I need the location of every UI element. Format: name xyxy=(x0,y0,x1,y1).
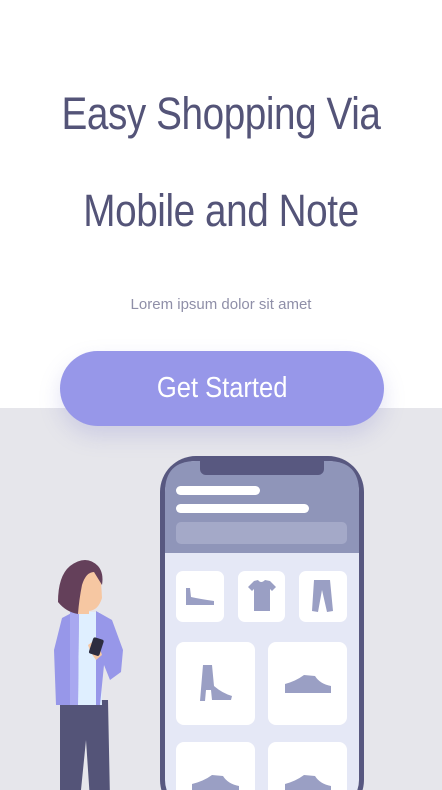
subtitle: Lorem ipsum dolor sit amet xyxy=(130,296,312,313)
product-tile-high-heel[interactable] xyxy=(176,642,255,725)
shopping-illustration xyxy=(54,456,364,790)
get-started-button[interactable]: Get Started xyxy=(60,351,384,426)
page-title-line-1: Easy Shopping Via xyxy=(61,88,381,139)
hero-section: Easy Shopping Via Mobile and Note Lorem … xyxy=(0,0,442,408)
get-started-label: Get Started xyxy=(156,372,288,404)
product-tile-flat-shoe[interactable] xyxy=(176,571,224,622)
page-title-line-2: Mobile and Note xyxy=(83,185,359,236)
product-tile-pants[interactable] xyxy=(299,571,347,622)
woman-illustration xyxy=(54,560,123,790)
phone-illustration xyxy=(160,456,364,790)
